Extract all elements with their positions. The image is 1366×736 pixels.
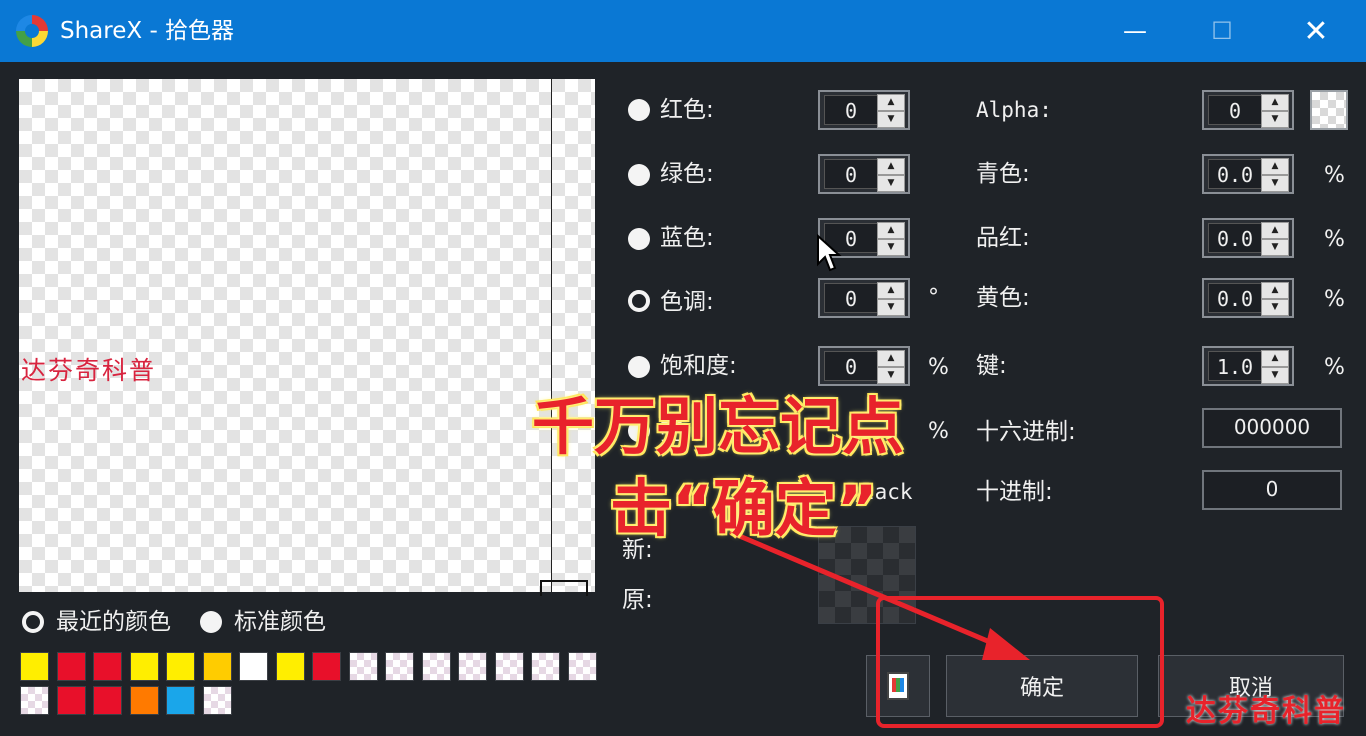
annotation-line-1: 千万别忘记点 bbox=[532, 390, 905, 463]
ok-highlight-box bbox=[876, 596, 1164, 728]
annotation-line-2: 击“确定” bbox=[610, 472, 878, 545]
mouse-cursor-icon bbox=[817, 234, 842, 272]
watermark-bottom-right: 达芬奇科普 bbox=[1186, 694, 1346, 729]
